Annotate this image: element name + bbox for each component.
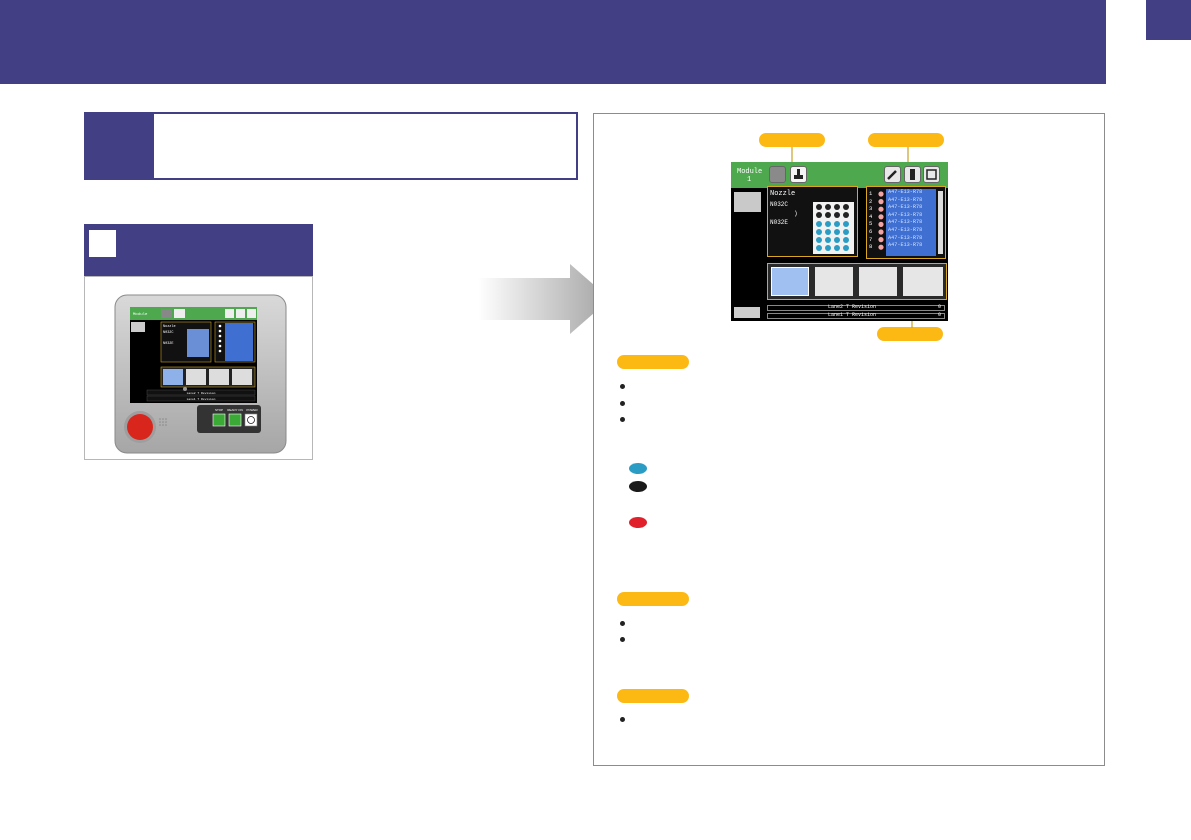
list-number: 7 <box>869 235 873 243</box>
section-tag-3 <box>617 689 689 703</box>
feeder-row[interactable]: A47-E13-R78 <box>886 212 936 220</box>
photo-screen-label: N032E <box>163 342 174 346</box>
nozzle-station-grid <box>813 202 854 254</box>
nozzle-panel: Nozzle N032C ) N032E <box>767 186 858 257</box>
process-step-1[interactable] <box>771 267 809 296</box>
legend-dot-black <box>629 481 647 492</box>
exit-icon[interactable] <box>923 166 940 183</box>
wrench-icon[interactable] <box>884 166 901 183</box>
feeder-list-panel: 1 2 3 4 5 6 7 8 A47-E13-R78 A47-E13-R78 … <box>866 186 946 259</box>
status-line: Lane1 T Revision 0 <box>767 312 945 319</box>
camera-tab-icon[interactable] <box>769 166 786 183</box>
list-number: 8 <box>869 243 873 251</box>
photo-status-line: Lane1 T Revision <box>187 397 216 401</box>
status-dot-column <box>877 190 885 256</box>
feeder-rows: A47-E13-R78 A47-E13-R78 A47-E13-R78 A47-… <box>886 189 936 256</box>
operation-panel-device-image: Module Nozzle N032C N032E Lane2 T Revisi… <box>114 294 287 454</box>
nozzle-header: Nozzle <box>770 190 796 198</box>
bullet <box>620 417 625 422</box>
feeder-icon[interactable] <box>904 166 921 183</box>
module-image-icon[interactable] <box>734 192 761 212</box>
section-tag-1 <box>617 355 689 369</box>
photo-screen-label: Module <box>133 312 148 317</box>
touch-screen-mockup: Module 1 Nozzle N032C ) N032E 1 2 3 4 5 <box>731 162 948 321</box>
feeder-row[interactable]: A47-E13-R78 <box>886 227 936 235</box>
section-number-block <box>86 114 154 178</box>
list-number: 2 <box>869 197 873 205</box>
corner-tab <box>1146 0 1191 40</box>
feeder-row[interactable]: A47-E13-R78 <box>886 189 936 197</box>
header-band <box>0 0 1106 84</box>
nozzle-item[interactable]: N032C <box>770 201 788 208</box>
subsection-number-square <box>89 230 116 257</box>
legend-dot-red <box>629 517 647 528</box>
module-number: 1 <box>747 176 752 184</box>
list-number: 1 <box>869 190 873 197</box>
lane-switch-icon[interactable] <box>734 307 760 318</box>
feeder-row[interactable]: A47-E13-R78 <box>886 204 936 212</box>
nozzle-item[interactable]: ) <box>794 210 798 217</box>
list-number-column: 1 2 3 4 5 6 7 8 <box>869 190 877 251</box>
list-scrollbar[interactable] <box>938 191 943 254</box>
list-number: 5 <box>869 220 873 228</box>
feeder-row[interactable]: A47-E13-R78 <box>886 219 936 227</box>
flow-arrow <box>478 264 610 334</box>
device-photo-frame: Module Nozzle N032C N032E Lane2 T Revisi… <box>84 276 313 460</box>
bullet <box>620 637 625 642</box>
list-number: 4 <box>869 212 873 220</box>
photo-button-label: POWER <box>246 408 258 412</box>
feeder-row[interactable]: A47-E13-R78 <box>886 242 936 250</box>
status-line-text: Lane2 T Revision <box>828 304 877 310</box>
process-step-panel <box>767 263 947 300</box>
status-line-value: 0 <box>937 312 941 318</box>
module-label: Module <box>737 168 763 176</box>
list-number: 3 <box>869 205 873 213</box>
section-tag-2 <box>617 592 689 606</box>
status-line-value: 0 <box>937 304 941 310</box>
bullet <box>620 621 625 626</box>
feeder-row[interactable]: A47-E13-R78 <box>886 235 936 243</box>
nozzle-tab-icon[interactable] <box>790 166 807 183</box>
photo-status-line: Lane2 T Revision <box>187 391 216 395</box>
subsection-heading <box>84 224 313 277</box>
status-line: Lane2 T Revision 0 <box>767 304 945 311</box>
process-step-4[interactable] <box>903 267 943 296</box>
process-step-2[interactable] <box>815 267 853 296</box>
list-number: 6 <box>869 227 873 235</box>
legend-dot-blue <box>629 463 647 474</box>
nozzle-item[interactable]: N032E <box>770 219 788 226</box>
status-line-text: Lane1 T Revision <box>828 312 877 318</box>
bullet <box>620 401 625 406</box>
photo-button-label: STOP <box>215 408 223 412</box>
bullet <box>620 717 625 722</box>
photo-screen-label: N032C <box>163 331 174 335</box>
process-step-3[interactable] <box>859 267 897 296</box>
feeder-row[interactable]: A47-E13-R78 <box>886 197 936 205</box>
section-title-box <box>84 112 578 180</box>
photo-button-label: READY ON <box>227 408 243 412</box>
photo-screen-label: Nozzle <box>163 324 176 329</box>
bullet <box>620 384 625 389</box>
